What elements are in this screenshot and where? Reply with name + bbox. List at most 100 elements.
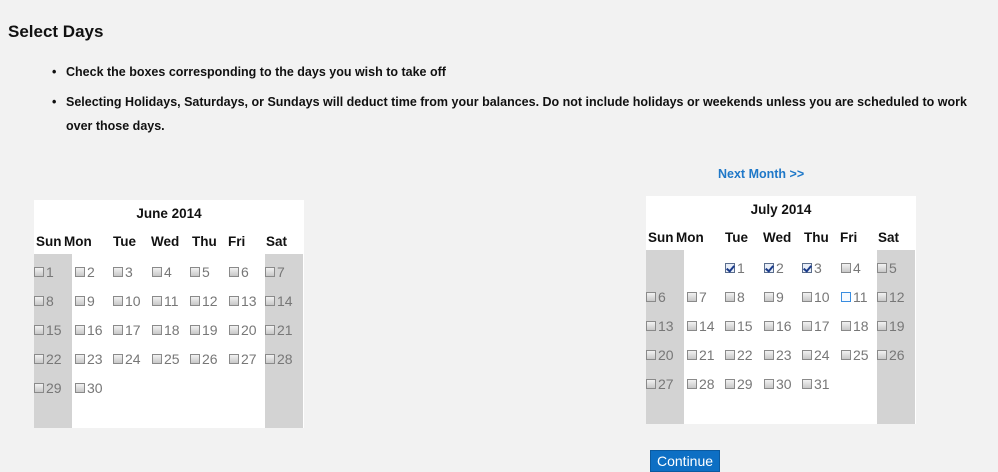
day-checkbox[interactable]: [764, 263, 774, 273]
day-checkbox[interactable]: [113, 296, 123, 306]
day-cell[interactable]: 11: [841, 287, 868, 307]
day-checkbox[interactable]: [877, 263, 887, 273]
day-cell[interactable]: 12: [877, 287, 905, 307]
day-cell[interactable]: 2: [75, 262, 95, 282]
day-cell[interactable]: 8: [725, 287, 745, 307]
day-cell[interactable]: 15: [34, 320, 62, 340]
day-cell[interactable]: 28: [687, 374, 715, 394]
day-checkbox[interactable]: [34, 325, 44, 335]
day-cell[interactable]: 20: [646, 345, 674, 365]
day-checkbox[interactable]: [841, 321, 851, 331]
day-cell[interactable]: 7: [687, 287, 707, 307]
day-checkbox[interactable]: [725, 321, 735, 331]
next-month-link[interactable]: Next Month >>: [718, 167, 804, 181]
day-checkbox[interactable]: [802, 292, 812, 302]
day-checkbox[interactable]: [687, 379, 697, 389]
day-checkbox[interactable]: [190, 296, 200, 306]
day-cell[interactable]: 23: [764, 345, 792, 365]
day-cell[interactable]: 22: [34, 349, 62, 369]
day-cell[interactable]: 16: [764, 316, 792, 336]
day-checkbox[interactable]: [646, 350, 656, 360]
day-checkbox[interactable]: [646, 379, 656, 389]
day-cell[interactable]: 22: [725, 345, 753, 365]
day-cell[interactable]: 8: [34, 291, 54, 311]
day-cell[interactable]: 17: [113, 320, 141, 340]
day-cell[interactable]: 26: [877, 345, 905, 365]
day-cell[interactable]: 9: [75, 291, 95, 311]
day-checkbox[interactable]: [75, 267, 85, 277]
day-cell[interactable]: 7: [265, 262, 285, 282]
day-checkbox[interactable]: [646, 292, 656, 302]
day-checkbox[interactable]: [877, 292, 887, 302]
day-cell[interactable]: 29: [725, 374, 753, 394]
day-cell[interactable]: 3: [802, 258, 822, 278]
day-cell[interactable]: 21: [687, 345, 715, 365]
day-checkbox[interactable]: [152, 296, 162, 306]
day-cell[interactable]: 9: [764, 287, 784, 307]
day-checkbox[interactable]: [265, 267, 275, 277]
day-checkbox[interactable]: [229, 296, 239, 306]
day-cell[interactable]: 15: [725, 316, 753, 336]
day-cell[interactable]: 24: [802, 345, 830, 365]
day-checkbox[interactable]: [802, 350, 812, 360]
day-cell[interactable]: 25: [152, 349, 180, 369]
day-checkbox[interactable]: [113, 267, 123, 277]
day-checkbox[interactable]: [229, 325, 239, 335]
day-checkbox[interactable]: [687, 321, 697, 331]
day-checkbox[interactable]: [687, 350, 697, 360]
day-checkbox[interactable]: [34, 383, 44, 393]
day-checkbox[interactable]: [725, 350, 735, 360]
day-checkbox[interactable]: [265, 325, 275, 335]
day-cell[interactable]: 2: [764, 258, 784, 278]
day-cell[interactable]: 18: [841, 316, 869, 336]
day-checkbox[interactable]: [75, 354, 85, 364]
day-cell[interactable]: 6: [646, 287, 666, 307]
day-cell[interactable]: 31: [802, 374, 830, 394]
day-cell[interactable]: 30: [764, 374, 792, 394]
day-cell[interactable]: 25: [841, 345, 869, 365]
day-cell[interactable]: 17: [802, 316, 830, 336]
day-checkbox[interactable]: [113, 325, 123, 335]
day-checkbox[interactable]: [764, 379, 774, 389]
day-cell[interactable]: 18: [152, 320, 180, 340]
day-checkbox[interactable]: [725, 379, 735, 389]
day-cell[interactable]: 13: [646, 316, 674, 336]
day-cell[interactable]: 14: [265, 291, 293, 311]
day-cell[interactable]: 3: [113, 262, 133, 282]
day-checkbox[interactable]: [152, 325, 162, 335]
day-cell[interactable]: 16: [75, 320, 103, 340]
day-checkbox[interactable]: [152, 354, 162, 364]
day-checkbox[interactable]: [265, 354, 275, 364]
day-checkbox[interactable]: [75, 325, 85, 335]
day-cell[interactable]: 19: [190, 320, 218, 340]
continue-button[interactable]: Continue: [650, 450, 721, 472]
day-cell[interactable]: 5: [190, 262, 210, 282]
day-cell[interactable]: 29: [34, 378, 62, 398]
day-checkbox[interactable]: [725, 292, 735, 302]
day-cell[interactable]: 13: [229, 291, 257, 311]
day-checkbox[interactable]: [764, 321, 774, 331]
day-checkbox[interactable]: [802, 321, 812, 331]
day-checkbox[interactable]: [113, 354, 123, 364]
day-checkbox[interactable]: [646, 321, 656, 331]
day-checkbox[interactable]: [152, 267, 162, 277]
day-cell[interactable]: 19: [877, 316, 905, 336]
day-cell[interactable]: 10: [802, 287, 830, 307]
day-checkbox[interactable]: [34, 267, 44, 277]
day-cell[interactable]: 20: [229, 320, 257, 340]
day-checkbox[interactable]: [841, 292, 851, 302]
day-checkbox[interactable]: [877, 321, 887, 331]
day-checkbox[interactable]: [841, 263, 851, 273]
day-cell[interactable]: 4: [152, 262, 172, 282]
day-checkbox[interactable]: [265, 296, 275, 306]
day-cell[interactable]: 21: [265, 320, 293, 340]
day-checkbox[interactable]: [190, 354, 200, 364]
day-checkbox[interactable]: [190, 325, 200, 335]
day-cell[interactable]: 1: [725, 258, 745, 278]
day-checkbox[interactable]: [764, 350, 774, 360]
day-checkbox[interactable]: [877, 350, 887, 360]
day-checkbox[interactable]: [190, 267, 200, 277]
day-cell[interactable]: 30: [75, 378, 103, 398]
day-cell[interactable]: 24: [113, 349, 141, 369]
day-checkbox[interactable]: [802, 379, 812, 389]
